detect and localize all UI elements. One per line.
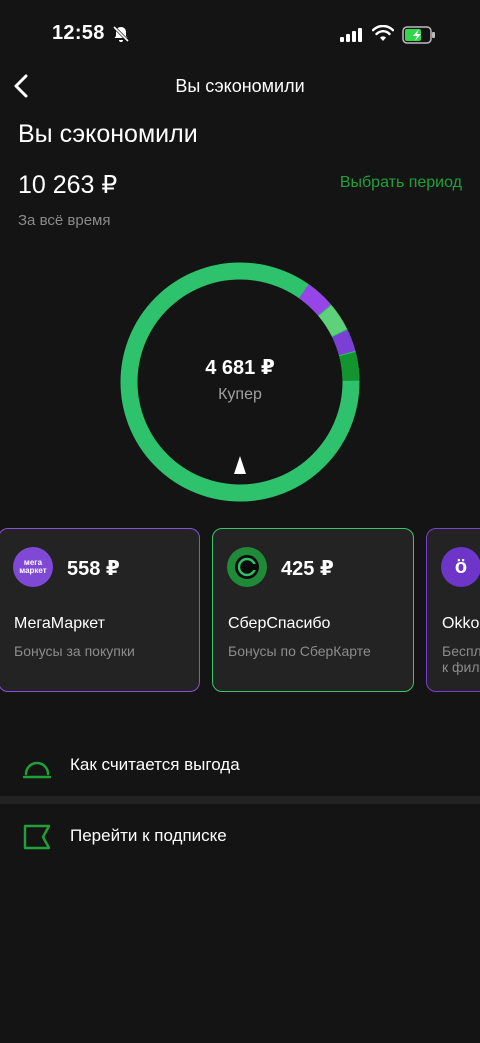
- speedometer-icon: [22, 761, 52, 779]
- page-heading: Вы сэкономили: [18, 120, 198, 148]
- megamarket-logo-icon: мега маркет: [13, 547, 53, 587]
- status-bar: 12:58: [0, 0, 480, 70]
- cellular-signal-icon: [340, 28, 362, 42]
- card-subtitle: Бонусы по СберКарте: [228, 643, 371, 659]
- status-time: 12:58: [52, 22, 105, 44]
- card-okko[interactable]: ö Okko Беспл к фил: [426, 528, 480, 692]
- bell-muted-icon: [112, 25, 130, 43]
- select-period-link[interactable]: Выбрать период: [340, 174, 462, 192]
- wifi-icon: [372, 25, 394, 41]
- card-title: Okko: [442, 615, 480, 632]
- row-label: Как считается выгода: [70, 755, 240, 774]
- battery-charging-icon: [402, 26, 435, 44]
- card-sberspasibo[interactable]: 425 ₽ СберСпасибо Бонусы по СберКарте: [212, 528, 414, 692]
- card-title: МегаМаркет: [14, 615, 105, 632]
- donut-center: 4 681 ₽ Купер: [110, 355, 370, 404]
- card-value: 558 ₽: [67, 558, 120, 580]
- how-benefit-calculated-row[interactable]: Как считается выгода: [0, 737, 480, 793]
- total-savings: 10 263 ₽: [18, 171, 118, 199]
- nav-bar: Вы сэкономили: [0, 66, 480, 106]
- partner-cards: мега маркет 558 ₽ МегаМаркет Бонусы за п…: [0, 528, 480, 694]
- card-subtitle: Беспл к фил: [442, 643, 480, 675]
- go-to-subscription-row[interactable]: Перейти к подписке: [0, 808, 480, 864]
- card-value: 425 ₽: [281, 558, 334, 580]
- period-caption: За всё время: [18, 212, 111, 229]
- flag-icon: [23, 824, 51, 850]
- card-subtitle: Бонусы за покупки: [14, 643, 135, 659]
- selection-pointer-icon: [234, 456, 246, 474]
- section-divider: [0, 796, 480, 804]
- donut-center-value: 4 681 ₽: [205, 357, 275, 379]
- okko-logo-icon: ö: [441, 547, 480, 587]
- nav-title: Вы сэкономили: [175, 76, 305, 96]
- row-label: Перейти к подписке: [70, 826, 227, 845]
- donut-center-label: Купер: [218, 386, 262, 403]
- card-title: СберСпасибо: [228, 615, 331, 632]
- card-megamarket[interactable]: мега маркет 558 ₽ МегаМаркет Бонусы за п…: [0, 528, 200, 692]
- sberspasibo-logo-icon: [227, 547, 267, 587]
